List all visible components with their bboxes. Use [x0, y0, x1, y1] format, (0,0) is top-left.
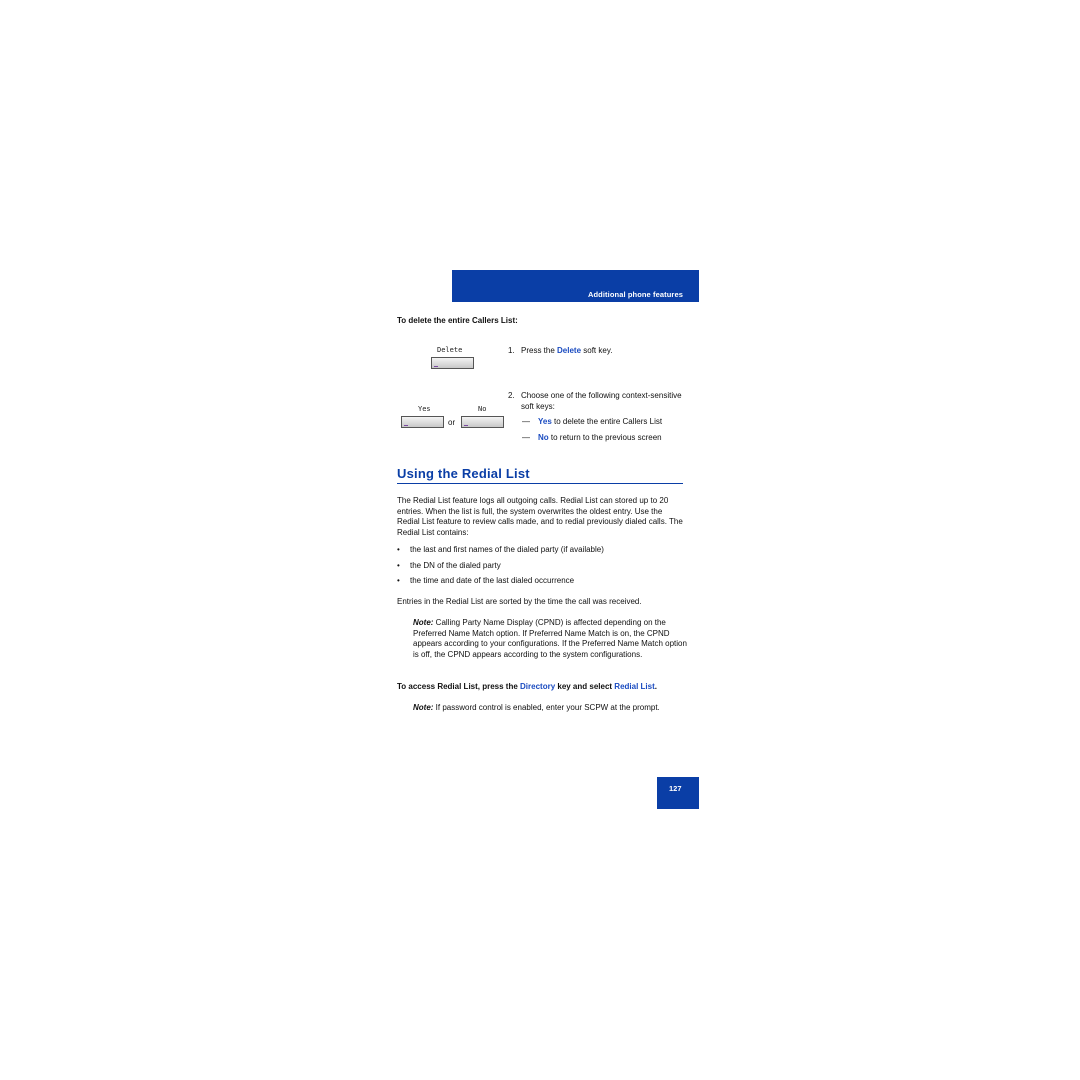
step-text: Press the Delete soft key.: [521, 346, 691, 357]
yes-softkey-label: Yes: [418, 405, 431, 413]
redial-intro: The Redial List feature logs all outgoin…: [397, 496, 683, 537]
access-post: .: [654, 682, 657, 691]
bullet-dot: •: [397, 545, 400, 554]
step-number: 2.: [508, 391, 515, 400]
dash: —: [522, 433, 530, 442]
section-title: Additional phone features: [587, 290, 683, 299]
access-instruction: To access Redial List, press the Directo…: [397, 682, 657, 691]
page-number-box: 127: [657, 777, 699, 809]
bullet-dot: •: [397, 561, 400, 570]
redial-heading: Using the Redial List: [397, 466, 530, 481]
yes-softkey-icon: [401, 416, 444, 428]
heading-rule: [397, 483, 683, 484]
no-key-ref: No: [538, 433, 549, 442]
page-number: 127: [669, 784, 682, 793]
note-password: Note: If password control is enabled, en…: [413, 703, 688, 714]
bullet-text: the DN of the dialed party: [410, 561, 501, 570]
step-text-pre: Press the: [521, 346, 558, 355]
option-desc: to delete the entire Callers List: [551, 417, 663, 426]
note-text: Calling Party Name Display (CPND) is aff…: [413, 618, 687, 659]
delete-key-ref: Delete: [557, 346, 582, 355]
sorted-text: Entries in the Redial List are sorted by…: [397, 597, 642, 606]
access-pre: To access Redial List, press the: [397, 682, 521, 691]
delete-softkey-icon: [431, 357, 474, 369]
note-label: Note:: [413, 618, 434, 627]
bullet-text: the last and first names of the dialed p…: [410, 545, 604, 554]
bullet-dot: •: [397, 576, 400, 585]
note-cpnd: Note: Calling Party Name Display (CPND) …: [413, 618, 688, 660]
dash: —: [522, 417, 530, 426]
bullet-text: the time and date of the last dialed occ…: [410, 576, 575, 585]
no-softkey-label: No: [478, 405, 487, 413]
or-text: or: [448, 418, 456, 427]
section-header-band: Additional phone features: [452, 270, 699, 302]
step-text-post: soft key.: [581, 346, 613, 355]
redial-list-ref: Redial List: [614, 682, 655, 691]
step-number: 1.: [508, 346, 515, 355]
access-mid: key and select: [555, 682, 615, 691]
note-text: If password control is enabled, enter yo…: [433, 703, 660, 712]
no-softkey-icon: [461, 416, 504, 428]
option-text: No to return to the previous screen: [538, 433, 662, 442]
option-text: Yes to delete the entire Callers List: [538, 417, 662, 426]
subheading-delete-callers: To delete the entire Callers List:: [397, 316, 518, 325]
yes-key-ref: Yes: [538, 417, 552, 426]
step-text: Choose one of the following context-sens…: [521, 391, 682, 411]
note-label: Note:: [413, 703, 434, 712]
option-desc: to return to the previous screen: [548, 433, 662, 442]
directory-key-ref: Directory: [520, 682, 556, 691]
delete-softkey-label: Delete: [437, 346, 463, 354]
